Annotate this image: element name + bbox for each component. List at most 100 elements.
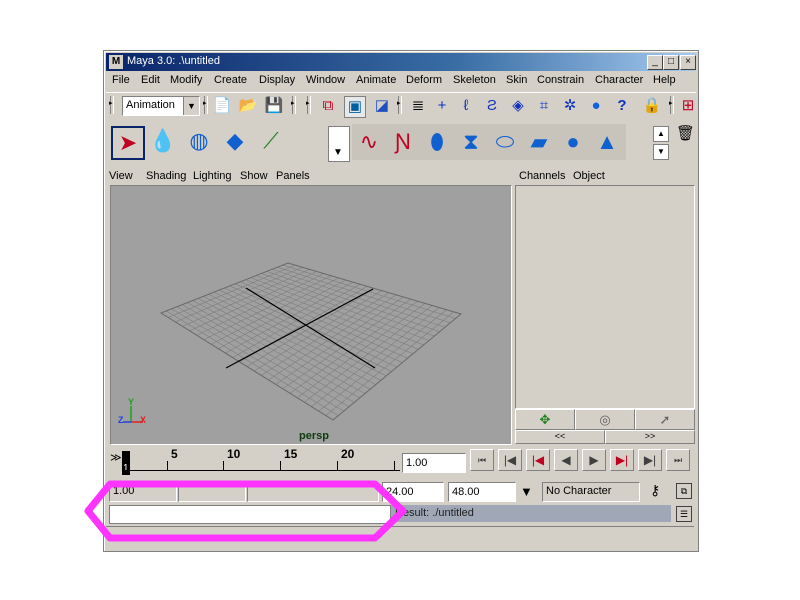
status-line: Animation ▼ 📄 📂 💾 ⧉ ▣ ◪ ≣ + ℓ Ƨ ◈ ⌗ ✲ ● … [106, 92, 696, 119]
command-input[interactable] [109, 505, 391, 524]
maximize-button[interactable]: □ [663, 55, 679, 70]
lasso-tool-icon[interactable]: 💧 [148, 126, 178, 156]
preferences-icon[interactable]: ⧉ [676, 483, 692, 499]
menu-animate[interactable]: Animate [356, 74, 396, 86]
step-forward-frame-button[interactable]: ▶| [610, 449, 634, 471]
menu-channels[interactable]: Channels [519, 170, 565, 182]
minimize-button[interactable]: _ [647, 55, 663, 70]
step-back-frame-button[interactable]: |◀ [526, 449, 550, 471]
perspective-viewport[interactable]: Z Y X persp [110, 185, 512, 445]
nurbs-loft-icon[interactable]: ⬮ [422, 127, 452, 157]
rotate-tool-icon[interactable]: ◍ [184, 126, 214, 156]
channel-box[interactable] [515, 185, 695, 409]
nurbs-revolve-icon[interactable]: ⧗ [456, 127, 486, 157]
scroll-left-button[interactable]: << [515, 430, 605, 444]
ipr-icon[interactable]: ● [586, 96, 606, 116]
menu-file[interactable]: File [112, 74, 130, 86]
range-slider[interactable] [247, 482, 379, 502]
anim-end-field[interactable]: 48.00 [448, 482, 516, 502]
step-forward-key-button[interactable]: ▶| [638, 449, 662, 471]
nurbs-cone-icon[interactable]: ▲ [592, 127, 622, 157]
nurbs-plane-icon[interactable]: ▰ [524, 127, 554, 157]
input-output-icon[interactable]: ⊞ [678, 96, 698, 116]
snap-grid-icon[interactable]: + [432, 96, 452, 116]
curve-ep-icon[interactable]: Ɲ [388, 127, 418, 157]
snap-point-icon[interactable]: Ƨ [482, 96, 502, 116]
current-time-field[interactable]: 1.00 [402, 453, 466, 473]
range-end-field[interactable]: 24.00 [382, 482, 444, 502]
manipulator-icon[interactable]: ✥ [515, 409, 575, 430]
menu-skin[interactable]: Skin [506, 74, 527, 86]
play-forward-button[interactable]: ▶ [582, 449, 606, 471]
new-scene-icon[interactable]: 📄 [212, 96, 232, 116]
menu-skeleton[interactable]: Skeleton [453, 74, 496, 86]
trash-icon[interactable]: 🗑 [676, 124, 695, 142]
lock-icon[interactable]: 🔒 [642, 96, 662, 116]
collapse-handle[interactable] [109, 96, 114, 114]
menu-object[interactable]: Object [573, 170, 605, 182]
nurbs-sphere-icon[interactable]: ● [558, 127, 588, 157]
chevron-down-icon[interactable]: ▼ [520, 484, 533, 499]
title-bar[interactable]: M Maya 3.0: .\untitled _ □ × [106, 53, 696, 71]
curve-cv-icon[interactable]: ∿ [354, 127, 384, 157]
menu-constrain[interactable]: Constrain [537, 74, 584, 86]
range-start-field[interactable]: 1.00 [109, 482, 177, 502]
select-component-icon[interactable]: ◪ [372, 96, 392, 116]
scroll-right-button[interactable]: >> [605, 430, 695, 444]
chevron-down-icon[interactable]: ▼ [333, 147, 343, 158]
shelf-scroll-down-button[interactable]: ▼ [653, 144, 669, 160]
select-tool-icon[interactable]: ➤ [111, 126, 145, 160]
snap-plane-icon[interactable]: ◈ [508, 96, 528, 116]
go-to-start-button[interactable]: ⏮ [470, 449, 494, 471]
play-backward-button[interactable]: ◀ [554, 449, 578, 471]
close-button[interactable]: × [680, 55, 696, 70]
key-icon[interactable]: ⚷ [650, 482, 660, 499]
menu-create[interactable]: Create [214, 74, 247, 86]
chevron-down-icon[interactable]: ▼ [183, 97, 199, 115]
render-icon[interactable]: ✲ [560, 96, 580, 116]
select-hierarchy-icon[interactable]: ⧉ [318, 96, 338, 116]
menu-help[interactable]: Help [653, 74, 676, 86]
shelf-scroll-up-button[interactable]: ▲ [653, 126, 669, 142]
collapse-handle[interactable] [397, 96, 402, 114]
current-frame-marker[interactable]: 1 [122, 451, 130, 475]
menu-character[interactable]: Character [595, 74, 643, 86]
nurbs-extrude-icon[interactable]: ⬭ [490, 127, 520, 157]
mask-menu-icon[interactable]: ≣ [408, 96, 428, 116]
select-object-icon[interactable]: ▣ [344, 96, 366, 118]
attribute-editor-icon[interactable]: ◎ [575, 409, 635, 430]
go-to-end-button[interactable]: ⏭ [666, 449, 690, 471]
scale-tool-icon[interactable]: ◆ [220, 126, 250, 156]
menu-modify[interactable]: Modify [170, 74, 202, 86]
menu-edit[interactable]: Edit [141, 74, 160, 86]
collapse-handle[interactable] [306, 96, 311, 114]
panel-menu-panels[interactable]: Panels [276, 170, 310, 182]
show-manipulator-icon[interactable]: ⟋ [256, 126, 286, 156]
panel-menu-lighting[interactable]: Lighting [193, 170, 232, 182]
history-icon[interactable]: ⌗ [534, 96, 554, 116]
panel-menu-shading[interactable]: Shading [146, 170, 186, 182]
step-back-key-button[interactable]: |◀ [498, 449, 522, 471]
menu-display[interactable]: Display [259, 74, 295, 86]
collapse-arrows-icon[interactable]: ≫ [110, 451, 122, 464]
axis-z-label: Z [118, 415, 124, 425]
character-set-field[interactable]: No Character [542, 482, 640, 502]
script-editor-icon[interactable]: ☰ [676, 506, 692, 522]
shelf-tab-scroll[interactable]: ▼ [328, 126, 350, 162]
tool-settings-icon[interactable]: ➚ [635, 409, 695, 430]
help-icon[interactable]: ? [612, 96, 632, 116]
anim-start-field[interactable] [178, 482, 246, 502]
menu-set-dropdown[interactable]: Animation ▼ [122, 96, 200, 116]
menu-window[interactable]: Window [306, 74, 345, 86]
collapse-handle[interactable] [291, 96, 296, 114]
panel-menu-show[interactable]: Show [240, 170, 268, 182]
snap-curve-icon[interactable]: ℓ [456, 96, 476, 116]
menu-deform[interactable]: Deform [406, 74, 442, 86]
tick-label: 10 [227, 447, 241, 461]
time-slider[interactable]: 1 5 10 15 20 [122, 447, 400, 475]
collapse-handle[interactable] [203, 96, 208, 114]
open-scene-icon[interactable]: 📂 [238, 96, 258, 116]
save-scene-icon[interactable]: 💾 [264, 96, 284, 116]
panel-menu-view[interactable]: View [109, 170, 133, 182]
collapse-handle[interactable] [669, 96, 674, 114]
